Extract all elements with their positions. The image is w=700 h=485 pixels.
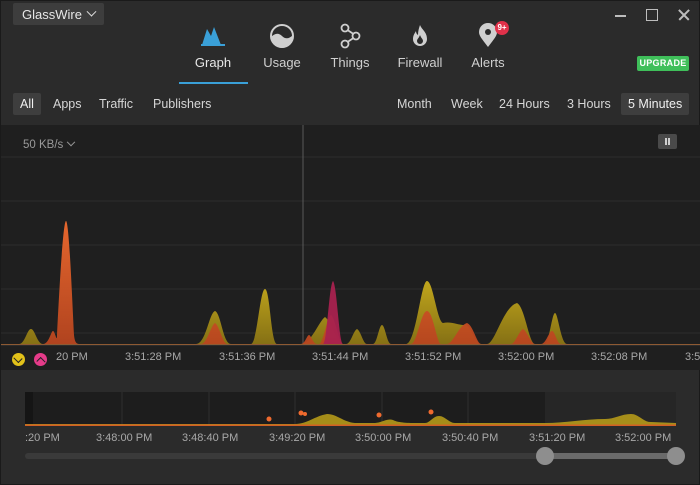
tab-alerts[interactable]: 9+ Alerts (453, 19, 523, 83)
x-tick: 3:51:52 PM (405, 351, 462, 363)
range-week[interactable]: Week (444, 93, 490, 115)
overview-x-tick: 3:52:00 PM (615, 432, 672, 444)
filter-apps[interactable]: Apps (46, 93, 89, 115)
chevron-down-icon (67, 137, 76, 147)
overview-x-tick: :20 PM (25, 432, 60, 444)
x-tick: 3:51:36 PM (219, 351, 276, 363)
spike-traffic-area (323, 281, 343, 344)
alerts-badge: 9+ (495, 21, 509, 35)
x-tick: 3:52:08 PM (591, 351, 648, 363)
active-tab-indicator (179, 82, 248, 84)
outgoing-traffic-area (1, 221, 700, 345)
traffic-graph[interactable]: 50 KB/s 20 PM 3:51:28 PM 3:51:36 PM 3:51… (1, 125, 700, 370)
firewall-icon (413, 25, 427, 46)
range-month[interactable]: Month (390, 93, 439, 115)
main-nav: Graph Usage Things Firewall 9+ Alerts (1, 19, 700, 85)
overview-x-tick: 3:50:00 PM (355, 432, 412, 444)
x-tick: 3:52:00 PM (498, 351, 555, 363)
things-icon (340, 23, 361, 49)
tab-usage-label: Usage (263, 55, 301, 70)
tab-alerts-label: Alerts (471, 55, 505, 70)
overview-x-tick: 3:51:20 PM (529, 432, 586, 444)
filter-bar: All Apps Traffic Publishers Month Week 2… (1, 91, 700, 119)
tab-things-label: Things (330, 55, 370, 70)
incoming-legend-icon (12, 353, 25, 366)
filter-publishers[interactable]: Publishers (146, 93, 218, 115)
graph-icon (201, 27, 225, 46)
tab-firewall[interactable]: Firewall (385, 19, 455, 83)
overview-outgoing-area (25, 424, 676, 426)
tab-graph-label: Graph (194, 55, 232, 70)
overview-x-tick: 3:48:40 PM (182, 432, 239, 444)
x-tick: 3:51:44 PM (312, 351, 369, 363)
tab-firewall-label: Firewall (397, 55, 443, 70)
x-tick: 3:5 (685, 351, 700, 363)
traffic-graph-plot (1, 125, 700, 346)
overview-x-tick: 3:50:40 PM (442, 432, 499, 444)
range-end-handle[interactable] (667, 447, 685, 465)
range-3-hours[interactable]: 3 Hours (560, 93, 618, 115)
scale-dropdown[interactable]: 50 KB/s (23, 137, 76, 151)
timeline-overview-plot (25, 392, 676, 426)
overview-x-tick: 3:49:20 PM (269, 432, 326, 444)
range-24-hours[interactable]: 24 Hours (492, 93, 557, 115)
outgoing-legend-icon (34, 353, 47, 366)
overview-x-tick: 3:48:00 PM (96, 432, 153, 444)
chevron-down-icon (86, 6, 97, 17)
timeline-overview[interactable] (25, 392, 676, 426)
range-start-handle[interactable] (536, 447, 554, 465)
glasswire-window: GlassWire Graph Usage Things Firewall 9+… (0, 0, 700, 485)
filter-traffic[interactable]: Traffic (92, 93, 140, 115)
tab-usage[interactable]: Usage (247, 19, 317, 83)
x-tick: 3:51:28 PM (125, 351, 182, 363)
upgrade-button[interactable]: UPGRADE (637, 56, 689, 71)
timeline-selected-range[interactable] (545, 453, 677, 459)
filter-all[interactable]: All (13, 93, 41, 115)
range-5-minutes[interactable]: 5 Minutes (621, 93, 690, 115)
incoming-traffic-area (1, 281, 700, 345)
tab-graph[interactable]: Graph (178, 19, 248, 83)
tab-things[interactable]: Things (315, 19, 385, 83)
scale-label: 50 KB/s (23, 139, 64, 151)
usage-icon (270, 24, 294, 48)
pause-icon[interactable] (658, 134, 677, 149)
x-tick: 20 PM (56, 351, 88, 363)
